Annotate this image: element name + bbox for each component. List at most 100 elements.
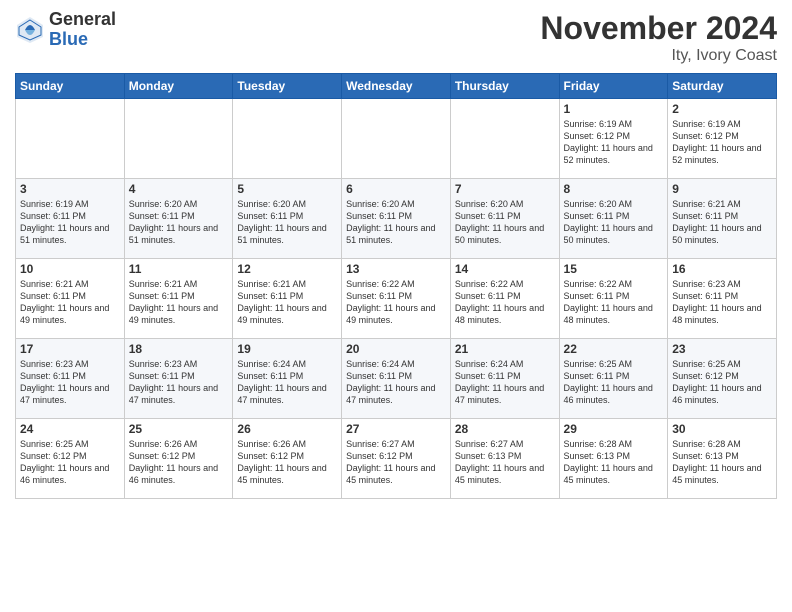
week-row-4: 17 Sunrise: 6:23 AM Sunset: 6:11 PM Dayli… [16, 339, 777, 419]
day-info: Sunrise: 6:21 AM Sunset: 6:11 PM Dayligh… [672, 198, 772, 247]
day-info: Sunrise: 6:27 AM Sunset: 6:12 PM Dayligh… [346, 438, 446, 487]
day-info: Sunrise: 6:19 AM Sunset: 6:11 PM Dayligh… [20, 198, 120, 247]
calendar: Sunday Monday Tuesday Wednesday Thursday… [15, 73, 777, 499]
day-number: 22 [564, 342, 664, 356]
calendar-cell-w1-d2 [233, 99, 342, 179]
calendar-cell-w3-d0: 10 Sunrise: 6:21 AM Sunset: 6:11 PM Dayli… [16, 259, 125, 339]
calendar-cell-w1-d0 [16, 99, 125, 179]
calendar-cell-w1-d6: 2 Sunrise: 6:19 AM Sunset: 6:12 PM Daylig… [668, 99, 777, 179]
day-number: 17 [20, 342, 120, 356]
calendar-cell-w3-d6: 16 Sunrise: 6:23 AM Sunset: 6:11 PM Dayli… [668, 259, 777, 339]
calendar-cell-w5-d4: 28 Sunrise: 6:27 AM Sunset: 6:13 PM Dayli… [450, 419, 559, 499]
day-info: Sunrise: 6:25 AM Sunset: 6:11 PM Dayligh… [564, 358, 664, 407]
day-number: 26 [237, 422, 337, 436]
day-info: Sunrise: 6:24 AM Sunset: 6:11 PM Dayligh… [346, 358, 446, 407]
calendar-cell-w1-d3 [342, 99, 451, 179]
day-info: Sunrise: 6:19 AM Sunset: 6:12 PM Dayligh… [672, 118, 772, 167]
day-number: 13 [346, 262, 446, 276]
col-friday: Friday [559, 74, 668, 99]
day-number: 19 [237, 342, 337, 356]
calendar-cell-w5-d3: 27Sunrise: 6:27 AM Sunset: 6:12 PM Dayli… [342, 419, 451, 499]
day-info: Sunrise: 6:23 AM Sunset: 6:11 PM Dayligh… [672, 278, 772, 327]
day-info: Sunrise: 6:22 AM Sunset: 6:11 PM Dayligh… [564, 278, 664, 327]
logo-icon [15, 15, 45, 45]
day-info: Sunrise: 6:20 AM Sunset: 6:11 PM Dayligh… [455, 198, 555, 247]
day-info: Sunrise: 6:22 AM Sunset: 6:11 PM Dayligh… [346, 278, 446, 327]
day-number: 25 [129, 422, 229, 436]
day-number: 20 [346, 342, 446, 356]
header-row: Sunday Monday Tuesday Wednesday Thursday… [16, 74, 777, 99]
day-info: Sunrise: 6:20 AM Sunset: 6:11 PM Dayligh… [564, 198, 664, 247]
calendar-cell-w2-d3: 6 Sunrise: 6:20 AM Sunset: 6:11 PM Daylig… [342, 179, 451, 259]
logo-blue-text: Blue [49, 30, 116, 50]
day-info: Sunrise: 6:21 AM Sunset: 6:11 PM Dayligh… [237, 278, 337, 327]
week-row-2: 3Sunrise: 6:19 AM Sunset: 6:11 PM Daylig… [16, 179, 777, 259]
day-info: Sunrise: 6:19 AM Sunset: 6:12 PM Dayligh… [564, 118, 664, 167]
col-saturday: Saturday [668, 74, 777, 99]
col-tuesday: Tuesday [233, 74, 342, 99]
calendar-cell-w5-d2: 26 Sunrise: 6:26 AM Sunset: 6:12 PM Dayli… [233, 419, 342, 499]
calendar-cell-w5-d1: 25 Sunrise: 6:26 AM Sunset: 6:12 PM Dayli… [124, 419, 233, 499]
day-number: 8 [564, 182, 664, 196]
logo: General Blue [15, 10, 116, 50]
day-number: 15 [564, 262, 664, 276]
day-number: 2 [672, 102, 772, 116]
calendar-body: 1 Sunrise: 6:19 AM Sunset: 6:12 PM Daylig… [16, 99, 777, 499]
day-number: 28 [455, 422, 555, 436]
col-sunday: Sunday [16, 74, 125, 99]
day-number: 23 [672, 342, 772, 356]
location: Ity, Ivory Coast [540, 47, 777, 65]
col-monday: Monday [124, 74, 233, 99]
day-info: Sunrise: 6:26 AM Sunset: 6:12 PM Dayligh… [129, 438, 229, 487]
day-info: Sunrise: 6:20 AM Sunset: 6:11 PM Dayligh… [129, 198, 229, 247]
day-info: Sunrise: 6:21 AM Sunset: 6:11 PM Dayligh… [20, 278, 120, 327]
day-number: 12 [237, 262, 337, 276]
day-info: Sunrise: 6:23 AM Sunset: 6:11 PM Dayligh… [20, 358, 120, 407]
logo-general-text: General [49, 10, 116, 30]
calendar-cell-w2-d2: 5Sunrise: 6:20 AM Sunset: 6:11 PM Daylig… [233, 179, 342, 259]
day-number: 14 [455, 262, 555, 276]
day-number: 10 [20, 262, 120, 276]
calendar-cell-w1-d4 [450, 99, 559, 179]
day-info: Sunrise: 6:22 AM Sunset: 6:11 PM Dayligh… [455, 278, 555, 327]
day-info: Sunrise: 6:21 AM Sunset: 6:11 PM Dayligh… [129, 278, 229, 327]
day-number: 6 [346, 182, 446, 196]
day-number: 30 [672, 422, 772, 436]
calendar-cell-w2-d6: 9 Sunrise: 6:21 AM Sunset: 6:11 PM Daylig… [668, 179, 777, 259]
col-wednesday: Wednesday [342, 74, 451, 99]
calendar-cell-w2-d0: 3Sunrise: 6:19 AM Sunset: 6:11 PM Daylig… [16, 179, 125, 259]
day-number: 29 [564, 422, 664, 436]
calendar-cell-w2-d1: 4 Sunrise: 6:20 AM Sunset: 6:11 PM Daylig… [124, 179, 233, 259]
day-number: 24 [20, 422, 120, 436]
calendar-cell-w1-d1 [124, 99, 233, 179]
col-thursday: Thursday [450, 74, 559, 99]
logo-text: General Blue [49, 10, 116, 50]
month-title: November 2024 [540, 10, 777, 47]
week-row-1: 1 Sunrise: 6:19 AM Sunset: 6:12 PM Daylig… [16, 99, 777, 179]
day-info: Sunrise: 6:27 AM Sunset: 6:13 PM Dayligh… [455, 438, 555, 487]
day-info: Sunrise: 6:26 AM Sunset: 6:12 PM Dayligh… [237, 438, 337, 487]
calendar-cell-w3-d5: 15 Sunrise: 6:22 AM Sunset: 6:11 PM Dayli… [559, 259, 668, 339]
day-number: 1 [564, 102, 664, 116]
day-number: 7 [455, 182, 555, 196]
day-number: 11 [129, 262, 229, 276]
calendar-cell-w4-d4: 21Sunrise: 6:24 AM Sunset: 6:11 PM Dayli… [450, 339, 559, 419]
day-info: Sunrise: 6:28 AM Sunset: 6:13 PM Dayligh… [564, 438, 664, 487]
day-number: 4 [129, 182, 229, 196]
page-container: General Blue November 2024 Ity, Ivory Co… [0, 0, 792, 509]
day-info: Sunrise: 6:20 AM Sunset: 6:11 PM Dayligh… [237, 198, 337, 247]
calendar-cell-w1-d5: 1 Sunrise: 6:19 AM Sunset: 6:12 PM Daylig… [559, 99, 668, 179]
calendar-cell-w4-d0: 17 Sunrise: 6:23 AM Sunset: 6:11 PM Dayli… [16, 339, 125, 419]
calendar-cell-w5-d0: 24Sunrise: 6:25 AM Sunset: 6:12 PM Dayli… [16, 419, 125, 499]
day-info: Sunrise: 6:20 AM Sunset: 6:11 PM Dayligh… [346, 198, 446, 247]
day-number: 16 [672, 262, 772, 276]
calendar-cell-w4-d1: 18Sunrise: 6:23 AM Sunset: 6:11 PM Dayli… [124, 339, 233, 419]
calendar-cell-w3-d4: 14 Sunrise: 6:22 AM Sunset: 6:11 PM Dayli… [450, 259, 559, 339]
day-info: Sunrise: 6:23 AM Sunset: 6:11 PM Dayligh… [129, 358, 229, 407]
day-info: Sunrise: 6:24 AM Sunset: 6:11 PM Dayligh… [237, 358, 337, 407]
calendar-cell-w3-d2: 12 Sunrise: 6:21 AM Sunset: 6:11 PM Dayli… [233, 259, 342, 339]
day-number: 9 [672, 182, 772, 196]
calendar-cell-w3-d1: 11 Sunrise: 6:21 AM Sunset: 6:11 PM Dayli… [124, 259, 233, 339]
header: General Blue November 2024 Ity, Ivory Co… [15, 10, 777, 65]
calendar-cell-w5-d5: 29 Sunrise: 6:28 AM Sunset: 6:13 PM Dayli… [559, 419, 668, 499]
